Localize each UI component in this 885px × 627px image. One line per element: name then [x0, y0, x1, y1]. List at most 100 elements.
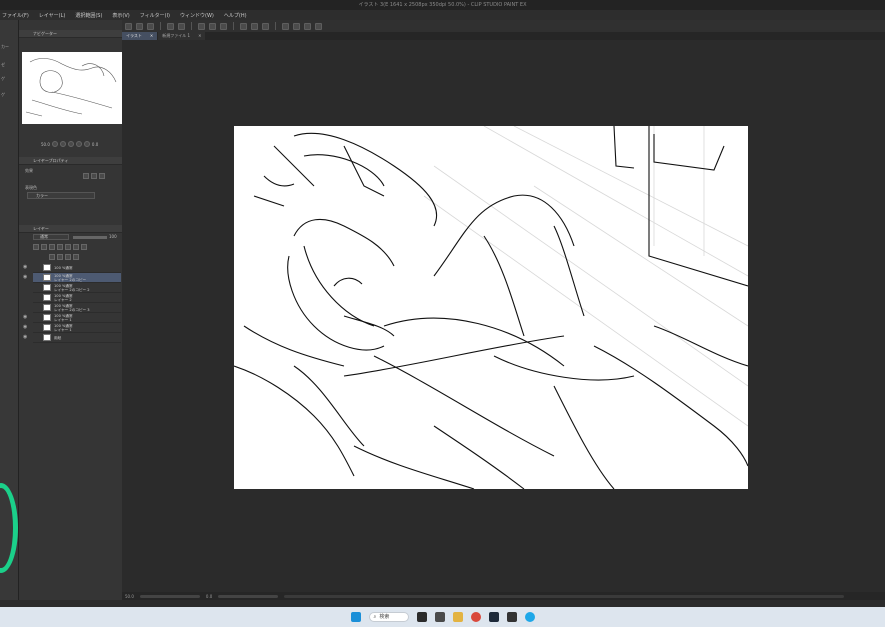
navigator-preview: [25, 58, 117, 117]
sketch-drawing: [234, 126, 748, 489]
visibility-eye-icon[interactable]: ◉: [23, 265, 29, 270]
layer-label: 100 %通常 レイヤー 2のコピー 2: [54, 283, 90, 292]
menu-help[interactable]: ヘルプ(H): [224, 12, 247, 19]
rotate-slider[interactable]: [218, 594, 279, 598]
horizontal-scrollbar[interactable]: [284, 594, 845, 598]
layer-thumbnail: [43, 314, 51, 321]
redo-icon[interactable]: [178, 22, 185, 30]
layer-property-header[interactable]: レイヤープロパティ: [19, 157, 123, 165]
photoshop-icon[interactable]: [488, 612, 499, 622]
rotate-right-icon[interactable]: [83, 141, 90, 147]
new-layer-icon[interactable]: [49, 254, 55, 260]
undo-icon[interactable]: [167, 22, 174, 30]
chrome-icon[interactable]: [470, 612, 481, 622]
angle-readout: 0.0: [91, 141, 99, 147]
reference-icon[interactable]: [49, 244, 55, 250]
clip-studio-icon[interactable]: [506, 612, 517, 622]
layer-label: 100 %通常 レイヤー 1: [54, 313, 73, 322]
fit-icon[interactable]: [67, 141, 74, 147]
expression-color-label: 表現色: [25, 185, 37, 190]
menu-view[interactable]: 表示(V): [112, 12, 129, 19]
visibility-eye-icon[interactable]: ◉: [23, 275, 29, 280]
blend-mode-select[interactable]: 通常: [33, 234, 69, 240]
strip-label: ゼ: [1, 62, 5, 67]
angle-readout[interactable]: 0.0: [206, 594, 212, 599]
merge-icon[interactable]: [65, 254, 71, 260]
layer-panel-header[interactable]: レイヤー: [19, 225, 123, 233]
tab-new-file[interactable]: 新規ファイル 1 ✕: [158, 32, 206, 40]
canvas-artboard[interactable]: [234, 126, 748, 489]
clip-icon[interactable]: [41, 244, 47, 250]
layer-row[interactable]: ◉ 100 %通常 レイヤー 1: [23, 323, 121, 333]
layer-label: 100 %通常 レイヤー 2のコピー: [54, 273, 87, 282]
snap-special-icon[interactable]: [315, 22, 322, 30]
layer-row[interactable]: ◉ 100 %通常 レイヤー 1: [23, 313, 121, 323]
snap-ruler-icon[interactable]: [282, 22, 289, 30]
close-icon[interactable]: ✕: [198, 32, 201, 40]
layer-thumbnail: [43, 264, 51, 271]
opacity-slider[interactable]: [73, 236, 107, 239]
snap-grid-icon[interactable]: [293, 22, 300, 30]
effect-tone-icon[interactable]: [91, 173, 97, 179]
save-icon[interactable]: [147, 22, 154, 30]
navigator-thumbnail[interactable]: [22, 52, 122, 124]
expression-color-select[interactable]: カラー: [27, 192, 95, 199]
effect-color-icon[interactable]: [99, 173, 105, 179]
title-bar: イラスト 3(E 1641 x 2508px 350dpi 50.0%) - C…: [0, 0, 885, 10]
visibility-eye-icon[interactable]: ◉: [23, 315, 29, 320]
layer-row[interactable]: ◉ 用紙: [23, 333, 121, 343]
new-file-icon[interactable]: [125, 22, 132, 30]
close-icon[interactable]: ✕: [150, 32, 153, 40]
menu-selection[interactable]: 選択範囲(S): [75, 12, 102, 19]
fill-icon[interactable]: [209, 22, 216, 30]
zoom-out-icon[interactable]: [59, 141, 66, 147]
menu-file[interactable]: ファイル(F): [2, 12, 29, 19]
effect-border-icon[interactable]: [83, 173, 89, 179]
mask-icon[interactable]: [65, 244, 71, 250]
menu-filter[interactable]: フィルター(I): [140, 12, 170, 19]
deselect-icon[interactable]: [240, 22, 247, 30]
start-icon[interactable]: [350, 612, 361, 622]
layer-thumbnail: [43, 304, 51, 311]
tab-illustration[interactable]: イラスト ✕: [122, 32, 158, 40]
file-explorer-icon[interactable]: [452, 612, 463, 622]
zoom-readout: 50.0: [41, 141, 50, 147]
navigator-controls: 50.0 0.0: [41, 140, 98, 148]
visibility-eye-icon[interactable]: ◉: [23, 335, 29, 340]
menu-window[interactable]: ウィンドウ(W): [180, 12, 214, 19]
layer-row[interactable]: ◉ 100 %通常: [23, 263, 121, 273]
zoom-in-icon[interactable]: [51, 141, 58, 147]
navigator-header[interactable]: ナビゲーター: [19, 30, 123, 38]
zoom-slider[interactable]: [139, 594, 200, 598]
layer-row[interactable]: ◉ 100 %通常 レイヤー 2のコピー: [23, 273, 121, 283]
task-view-icon[interactable]: [416, 612, 427, 622]
transform-icon[interactable]: [220, 22, 227, 30]
layer-row[interactable]: 100 %通常 レイヤー 2のコピー 3: [33, 303, 121, 313]
skype-icon[interactable]: [524, 612, 535, 622]
new-folder-icon[interactable]: [57, 254, 63, 260]
menu-bar: ファイル(F) レイヤー(L) 選択範囲(S) 表示(V) フィルター(I) ウ…: [0, 10, 885, 20]
chat-icon[interactable]: [434, 612, 445, 622]
invert-selection-icon[interactable]: [251, 22, 258, 30]
layer-row[interactable]: 100 %通常 レイヤー 2: [33, 293, 121, 303]
clear-icon[interactable]: [198, 22, 205, 30]
layer-label: 100 %通常 レイヤー 2: [54, 293, 73, 302]
lock-icon[interactable]: [33, 244, 39, 250]
zoom-readout[interactable]: 50.0: [125, 594, 134, 599]
menu-layer[interactable]: レイヤー(L): [39, 12, 66, 19]
expand-selection-icon[interactable]: [262, 22, 269, 30]
visibility-eye-icon[interactable]: ◉: [23, 325, 29, 330]
delete-layer-icon[interactable]: [73, 254, 79, 260]
draft-icon[interactable]: [57, 244, 63, 250]
ruler-icon[interactable]: [73, 244, 79, 250]
layer-row[interactable]: 100 %通常 レイヤー 2のコピー 2: [33, 283, 121, 293]
layer-thumbnail: [43, 284, 51, 291]
layer-thumbnail: [43, 334, 51, 341]
open-icon[interactable]: [136, 22, 143, 30]
snap-perspective-icon[interactable]: [304, 22, 311, 30]
rotate-left-icon[interactable]: [75, 141, 82, 147]
color-icon[interactable]: [81, 244, 87, 250]
opacity-value[interactable]: 100: [109, 234, 117, 239]
windows-taskbar: ⌕ 検索: [0, 607, 885, 627]
taskbar-search[interactable]: ⌕ 検索: [368, 612, 409, 622]
